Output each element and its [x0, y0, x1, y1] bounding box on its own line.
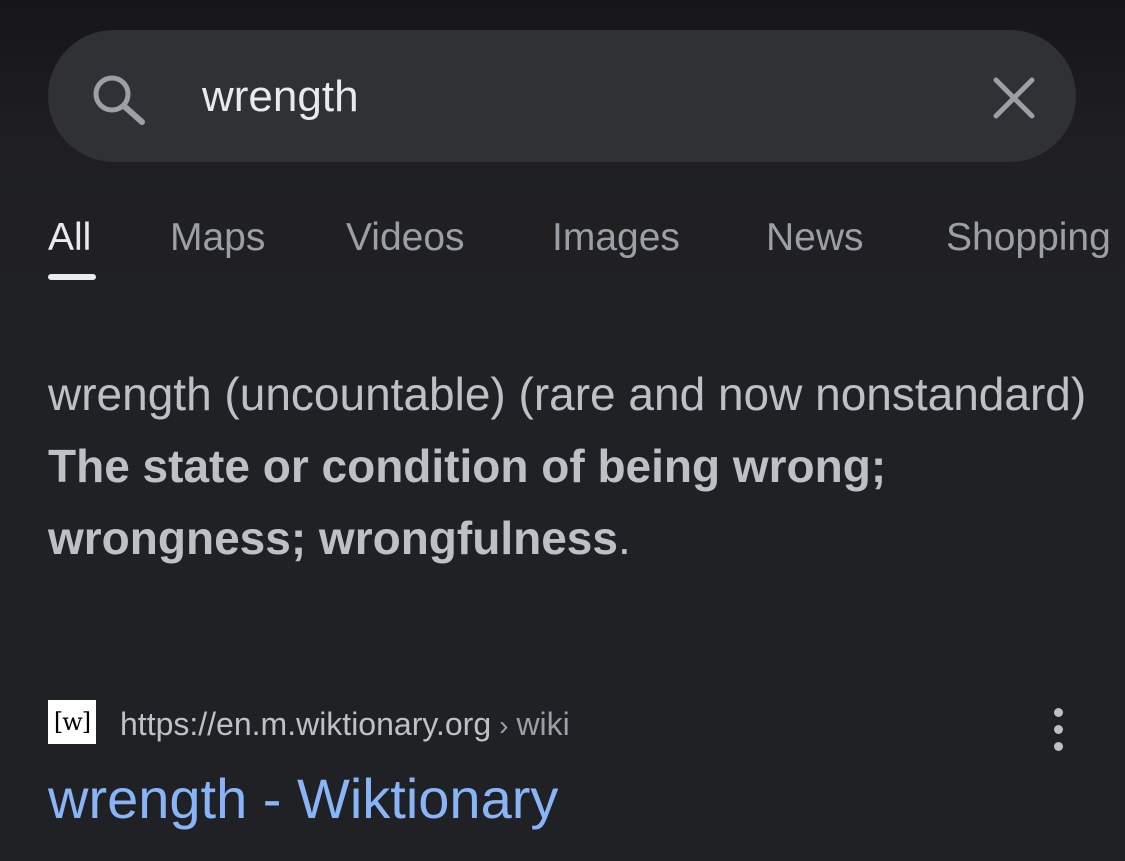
result-title-link[interactable]: wrength - Wiktionary — [48, 764, 558, 834]
tab-videos[interactable]: Videos — [346, 210, 465, 290]
result-domain: https://en.m.wiktionary.org — [120, 706, 492, 742]
more-vert-icon-dot — [1053, 725, 1063, 734]
more-vert-icon-dot — [1053, 742, 1063, 751]
clear-search-button[interactable] — [982, 66, 1046, 130]
tab-maps[interactable]: Maps — [170, 210, 265, 290]
tab-images[interactable]: Images — [552, 210, 680, 290]
result-path: wiki — [516, 706, 570, 742]
breadcrumb-separator: › — [499, 710, 509, 741]
result-url[interactable]: https://en.m.wiktionary.org › wiki — [120, 700, 570, 748]
more-options-button[interactable] — [1036, 702, 1080, 758]
snippet-text: wrength (uncountable) (rare and now nons… — [48, 368, 1087, 420]
close-icon — [993, 77, 1035, 119]
active-tab-indicator — [48, 274, 96, 280]
more-vert-icon — [1053, 708, 1063, 717]
snippet-period: . — [617, 512, 631, 564]
search-input[interactable] — [202, 66, 922, 128]
featured-snippet: wrength (uncountable) (rare and now nons… — [48, 358, 1088, 574]
search-icon[interactable] — [88, 72, 148, 126]
tab-news[interactable]: News — [766, 210, 864, 290]
wiktionary-favicon: [w] — [48, 700, 96, 744]
snippet-definition: The state or condition of being wrong; w… — [48, 440, 887, 564]
search-tabs: All Maps Videos Images News Shopping — [0, 210, 1125, 290]
tab-shopping[interactable]: Shopping — [946, 210, 1111, 290]
